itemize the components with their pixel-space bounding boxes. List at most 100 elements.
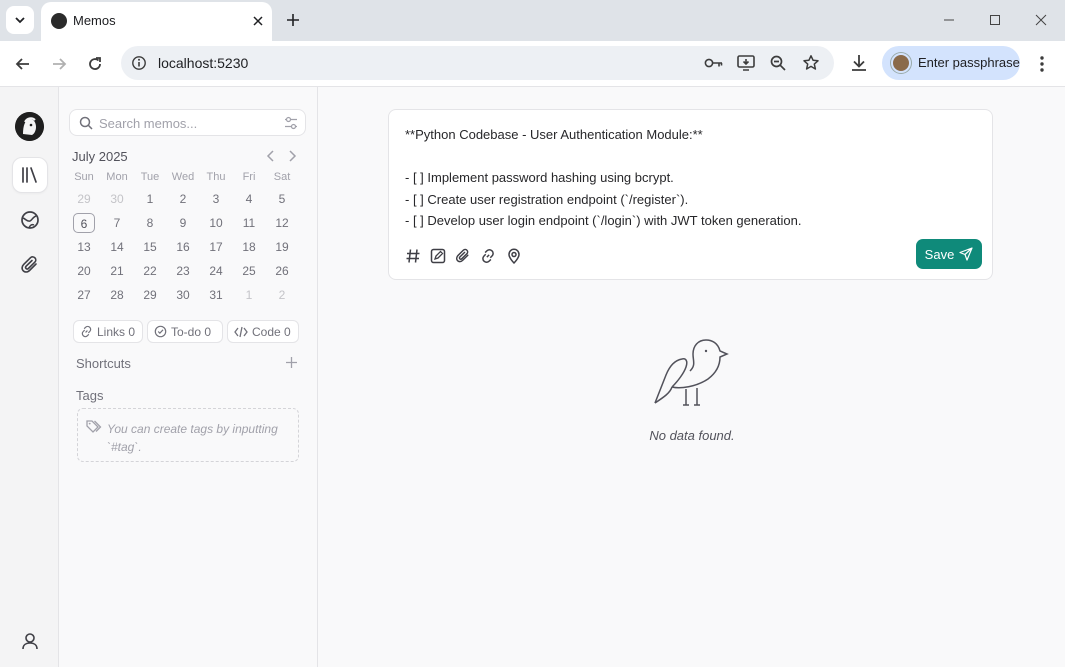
link-icon (482, 249, 494, 263)
links-stat-button[interactable]: Links 0 (73, 320, 143, 343)
browser-tab-bar: Memos (0, 0, 1065, 41)
password-key-icon[interactable] (703, 53, 725, 73)
calendar-day[interactable]: 22 (139, 261, 161, 281)
memos-logo[interactable] (15, 112, 44, 141)
tab-close-button[interactable] (249, 12, 267, 30)
close-icon (253, 16, 263, 26)
site-info-icon[interactable] (131, 55, 147, 76)
calendar-day[interactable]: 16 (172, 237, 194, 257)
tag-button[interactable] (403, 246, 423, 266)
calendar-day-outside[interactable]: 1 (238, 285, 260, 305)
calendar-day[interactable]: 31 (205, 285, 227, 305)
add-shortcut-button[interactable] (283, 354, 299, 370)
browser-tab[interactable]: Memos (41, 2, 272, 41)
calendar-day[interactable]: 13 (73, 237, 95, 257)
calendar-day-outside[interactable]: 2 (271, 285, 293, 305)
calendar-prev-button[interactable] (263, 148, 279, 164)
browser-menu-button[interactable] (1032, 53, 1052, 75)
calendar-day[interactable]: 24 (205, 261, 227, 281)
calendar-day[interactable]: 9 (172, 213, 194, 233)
maximize-button[interactable] (983, 9, 1007, 31)
hash-icon (406, 249, 420, 263)
calendar-day[interactable]: 19 (271, 237, 293, 257)
user-profile-button[interactable] (17, 628, 43, 654)
minimize-button[interactable] (937, 9, 961, 31)
calendar-day-outside[interactable]: 30 (106, 189, 128, 209)
link-button[interactable] (478, 246, 498, 266)
memos-app: July 2025 SunMonTueWedThuFriSat293012345… (0, 87, 1065, 667)
calendar-weekday: Wed (171, 171, 195, 183)
download-icon (852, 55, 866, 71)
calendar-day[interactable]: 10 (205, 213, 227, 233)
profile-passphrase-button[interactable]: Enter passphrase (882, 46, 1020, 80)
calendar-day[interactable]: 2 (172, 189, 194, 209)
tab-search-button[interactable] (6, 6, 34, 34)
empty-bird-icon (654, 339, 729, 406)
calendar-day[interactable]: 23 (172, 261, 194, 281)
check-circle-icon (154, 325, 167, 338)
todo-stat-button[interactable]: To-do 0 (147, 320, 223, 343)
calendar-day[interactable]: 1 (139, 189, 161, 209)
editor-line: - [ ] Create user registration endpoint … (405, 192, 689, 207)
attach-button[interactable] (453, 246, 473, 266)
minimize-icon (944, 19, 954, 21)
new-tab-button[interactable] (281, 8, 305, 32)
calendar-day[interactable]: 27 (73, 285, 95, 305)
install-app-icon[interactable] (735, 53, 757, 73)
calendar-day[interactable]: 30 (172, 285, 194, 305)
calendar-month-label: July 2025 (72, 149, 128, 164)
calendar-day[interactable]: 11 (238, 213, 260, 233)
calendar-weekday: Sat (273, 171, 291, 183)
calendar-day[interactable]: 14 (106, 237, 128, 257)
calendar-day[interactable]: 26 (271, 261, 293, 281)
shortcuts-title: Shortcuts (76, 356, 131, 371)
code-icon (234, 326, 248, 337)
calendar-weekday: Mon (106, 171, 128, 183)
forward-button[interactable] (46, 51, 72, 77)
calendar-next-button[interactable] (284, 148, 300, 164)
calendar-day[interactable]: 28 (106, 285, 128, 305)
tags-icon (86, 419, 103, 439)
calendar-day[interactable]: 7 (106, 213, 128, 233)
calendar-day[interactable]: 18 (238, 237, 260, 257)
calendar-day[interactable]: 4 (238, 189, 260, 209)
calendar-day[interactable]: 15 (139, 237, 161, 257)
chevron-left-icon (266, 150, 274, 162)
location-button[interactable] (504, 246, 524, 266)
nav-rail (0, 87, 59, 667)
memos-favicon-icon (51, 13, 67, 29)
tags-title: Tags (76, 388, 104, 403)
todo-button[interactable] (428, 246, 448, 266)
reload-button[interactable] (82, 51, 108, 77)
back-button[interactable] (10, 51, 36, 77)
calendar-day[interactable]: 21 (106, 261, 128, 281)
calendar-day-outside[interactable]: 29 (73, 189, 95, 209)
map-pin-icon (508, 248, 520, 264)
calendar-day[interactable]: 8 (139, 213, 161, 233)
calendar-day[interactable]: 25 (238, 261, 260, 281)
plus-icon (287, 14, 299, 26)
calendar-day[interactable]: 12 (271, 213, 293, 233)
nav-explore-button[interactable] (12, 202, 48, 238)
nav-attachments-button[interactable] (12, 247, 48, 283)
window-close-button[interactable] (1029, 9, 1053, 31)
save-button[interactable]: Save (916, 239, 982, 269)
calendar-day[interactable]: 20 (73, 261, 95, 281)
avatar (891, 53, 911, 73)
filter-settings-icon[interactable] (284, 116, 298, 135)
nav-home-button[interactable] (12, 157, 48, 193)
bookmark-star-icon[interactable] (800, 53, 822, 73)
close-icon (1035, 14, 1047, 26)
search-input[interactable] (99, 114, 269, 132)
calendar-day[interactable]: 29 (139, 285, 161, 305)
address-bar[interactable]: localhost:5230 (121, 46, 834, 80)
calendar-day[interactable]: 6 (73, 213, 95, 233)
calendar-day[interactable]: 3 (205, 189, 227, 209)
zoom-icon[interactable] (767, 53, 789, 73)
tags-empty-hint: You can create tags by inputting `#tag`. (77, 408, 299, 462)
downloads-button[interactable] (848, 52, 870, 74)
calendar-day[interactable]: 17 (205, 237, 227, 257)
code-stat-button[interactable]: Code 0 (227, 320, 299, 343)
calendar-day[interactable]: 5 (271, 189, 293, 209)
memo-editor[interactable]: **Python Codebase - User Authentication … (388, 109, 993, 280)
